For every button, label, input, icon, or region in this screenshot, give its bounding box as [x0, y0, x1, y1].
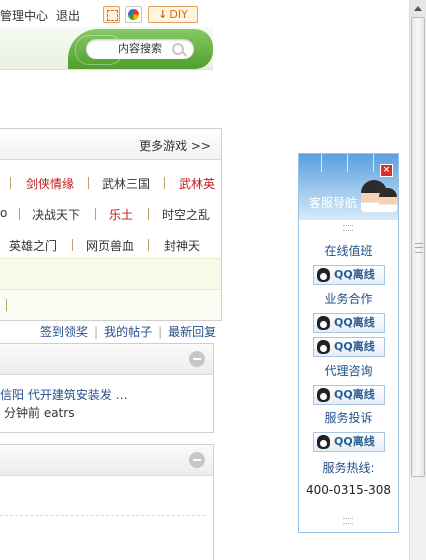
qq-status: QQ离线 — [334, 268, 375, 281]
qq-button[interactable]: QQ离线 — [313, 432, 385, 452]
decorative-line — [321, 154, 322, 172]
content-search-button[interactable]: 内容搜索 — [86, 39, 194, 59]
game-link[interactable]: 乐土 — [109, 206, 133, 223]
scroll-up-arrow-icon[interactable] — [410, 0, 426, 17]
divider — [88, 177, 89, 189]
scrollbar-thumb[interactable] — [411, 17, 425, 477]
divider — [0, 515, 205, 516]
games-row-1: 剑侠情缘 武林三国 武林英 — [0, 175, 221, 205]
divider — [6, 299, 7, 311]
penguin-icon — [317, 316, 330, 330]
top-links: 管理中心 退出 — [0, 7, 88, 24]
qq-status: QQ离线 — [334, 340, 375, 353]
games-panel: 更多游戏 >> 剑侠情缘 武林三国 武林英 o 决战天下 乐土 时空之乱 英雄之… — [0, 128, 222, 321]
thread-box: 信阳 代开建筑安装发 … 分钟前 eatrs — [0, 343, 214, 433]
divider — [148, 208, 149, 220]
my-posts-link[interactable]: 我的帖子 — [104, 325, 152, 339]
color-wheel-icon[interactable] — [125, 6, 142, 23]
divider — [72, 239, 73, 251]
game-link[interactable]: 武林三国 — [102, 175, 150, 192]
admin-center-link[interactable]: 管理中心 — [0, 9, 48, 23]
divider: | — [94, 325, 99, 339]
penguin-icon — [317, 388, 330, 402]
hotline-label: 服务热线: — [322, 461, 375, 475]
games-header: 更多游戏 >> — [0, 129, 221, 160]
qq-status: QQ离线 — [334, 316, 375, 329]
qq-button[interactable]: QQ离线 — [313, 265, 385, 285]
game-link[interactable]: 时空之乱 — [162, 206, 210, 223]
divider — [10, 177, 11, 189]
expand-icon[interactable] — [103, 6, 120, 23]
cs-header: × 客服导航 — [299, 154, 398, 220]
penguin-icon — [317, 268, 330, 282]
qq-button[interactable]: QQ离线 — [313, 313, 385, 333]
thread-title-link[interactable]: 信阳 代开建筑安装发 … — [0, 386, 128, 403]
divider: | — [158, 325, 163, 339]
qq-status: QQ离线 — [334, 388, 375, 401]
games-row-2: o 决战天下 乐土 时空之乱 — [0, 206, 221, 236]
agent-avatar — [379, 188, 397, 212]
qq-status: QQ离线 — [334, 435, 375, 448]
close-icon[interactable]: × — [380, 164, 393, 177]
search-label: 内容搜索 — [118, 42, 162, 55]
game-link[interactable]: 封神天 — [164, 237, 200, 254]
agent-inquiry-label: 代理咨询 — [324, 364, 373, 378]
logout-link[interactable]: 退出 — [56, 9, 80, 23]
collapse-icon[interactable] — [189, 351, 205, 367]
thread-box — [0, 444, 214, 560]
search-band: 内容搜索 — [0, 27, 213, 71]
search-icon[interactable] — [172, 43, 184, 55]
games-empty-row — [0, 289, 221, 320]
collapse-icon[interactable] — [189, 452, 205, 468]
penguin-icon — [317, 340, 330, 354]
hotline-number: 400-0315-308 — [305, 483, 391, 497]
customer-service-widget: × 客服导航 在线值班 QQ离线 业务合作 QQ离线 QQ离线 代理咨询 QQ离… — [298, 153, 399, 533]
game-link[interactable]: o — [0, 206, 7, 220]
game-link[interactable]: 武林英 — [179, 175, 215, 192]
complaint-label: 服务投诉 — [324, 411, 373, 425]
grip-icon — [343, 518, 353, 524]
signin-reward-link[interactable]: 签到领奖 — [40, 325, 88, 339]
qq-button[interactable]: QQ离线 — [313, 385, 385, 405]
decorative-line — [373, 154, 374, 172]
diy-button[interactable]: DIY — [148, 6, 198, 23]
decorative-line — [347, 154, 348, 172]
latest-replies-link[interactable]: 最新回复 — [168, 325, 216, 339]
games-empty-row — [0, 258, 221, 289]
game-link[interactable]: 英雄之门 — [9, 237, 57, 254]
game-link[interactable]: 决战天下 — [32, 206, 80, 223]
cs-title: 客服导航 — [309, 196, 358, 210]
divider — [19, 208, 20, 220]
vertical-scrollbar[interactable] — [409, 0, 426, 560]
penguin-icon — [317, 435, 330, 449]
divider — [164, 177, 165, 189]
game-link[interactable]: 剑侠情缘 — [26, 175, 74, 192]
divider — [95, 208, 96, 220]
game-link[interactable]: 网页兽血 — [86, 237, 134, 254]
duty-label: 在线值班 — [324, 244, 373, 258]
thread-box-header — [0, 445, 213, 476]
thread-meta: 分钟前 eatrs — [4, 406, 75, 420]
grip-icon — [343, 225, 353, 231]
thread-box-header — [0, 344, 213, 375]
more-games-link[interactable]: 更多游戏 >> — [139, 137, 211, 154]
qq-button[interactable]: QQ离线 — [313, 337, 385, 357]
business-label: 业务合作 — [324, 292, 373, 306]
user-links: 签到领奖 | 我的帖子 | 最新回复 — [40, 323, 216, 340]
grip-icon — [415, 243, 423, 253]
divider — [148, 239, 149, 251]
